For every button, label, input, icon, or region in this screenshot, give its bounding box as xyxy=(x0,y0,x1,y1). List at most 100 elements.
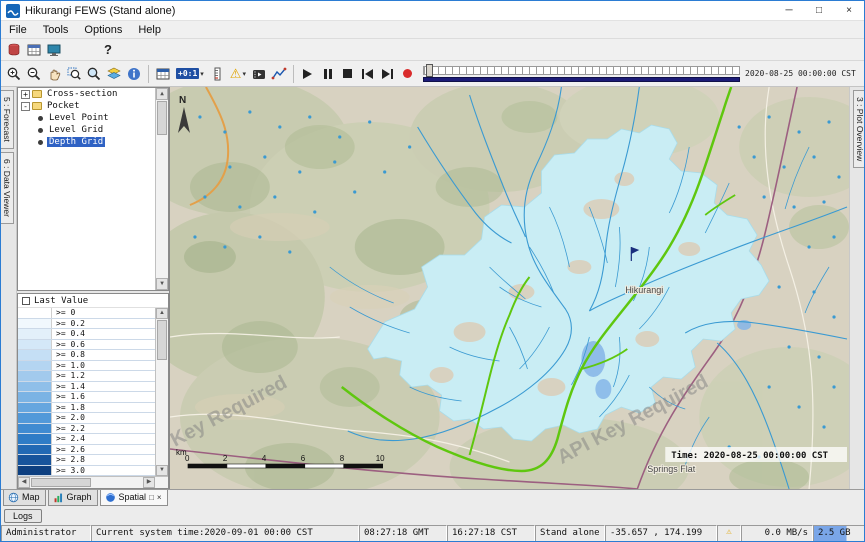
legend-row: >= 2.4 xyxy=(18,434,155,445)
legend-vscrollbar[interactable]: ▲ ▼ xyxy=(155,308,168,476)
stop-button[interactable] xyxy=(338,64,358,84)
legend-row: >= 0.8 xyxy=(18,350,155,361)
layers-icon[interactable] xyxy=(104,64,124,84)
tree-leaf-label-selected[interactable]: Depth Grid xyxy=(47,137,105,147)
legend-swatch xyxy=(18,361,52,371)
logs-row: Logs xyxy=(1,507,864,525)
scroll-left-icon[interactable]: ◀ xyxy=(18,477,30,488)
tab-map[interactable]: Map xyxy=(3,490,46,506)
pause-button[interactable] xyxy=(318,64,338,84)
tree-node-label[interactable]: Cross-section xyxy=(45,89,119,99)
toolbar-separator xyxy=(148,65,149,83)
menubar: File Tools Options Help xyxy=(1,21,864,39)
profile-icon[interactable] xyxy=(269,64,289,84)
pan-icon[interactable] xyxy=(44,64,64,84)
scroll-thumb[interactable] xyxy=(157,101,167,135)
last-value-checkbox[interactable] xyxy=(22,297,30,305)
skip-start-button[interactable] xyxy=(358,64,378,84)
time-slider-track[interactable] xyxy=(423,66,740,75)
tab-graph[interactable]: Graph xyxy=(48,490,98,506)
monitor-icon[interactable] xyxy=(44,40,64,60)
legend-row: >= 1.6 xyxy=(18,392,155,403)
menu-options[interactable]: Options xyxy=(76,24,130,36)
svg-text:0: 0 xyxy=(185,454,190,463)
tab-forecast[interactable]: 5 : Forecast xyxy=(1,90,14,149)
legend-swatch xyxy=(18,382,52,392)
time-slider-thumb[interactable] xyxy=(426,64,433,77)
skip-start-icon xyxy=(362,69,373,79)
legend-swatch xyxy=(18,392,52,402)
legend-row: >= 0 xyxy=(18,308,155,319)
tree-node-label[interactable]: Pocket xyxy=(45,101,82,111)
tab-data-viewer[interactable]: 6 : Data Viewer xyxy=(1,152,14,224)
legend-row: >= 0.6 xyxy=(18,340,155,351)
titlebar: Hikurangi FEWS (Stand alone) ─ □ × xyxy=(1,1,864,21)
zoom-out-icon[interactable] xyxy=(24,64,44,84)
zoom-extent-icon[interactable] xyxy=(84,64,104,84)
map-canvas[interactable]: API Key Required API Key Required Hikura… xyxy=(169,87,849,489)
map-svg: API Key Required API Key Required Hikura… xyxy=(170,87,849,489)
folder-icon xyxy=(32,90,42,98)
legend-hscrollbar[interactable]: ◀ ▶ xyxy=(18,476,168,488)
close-tab-button[interactable]: × xyxy=(157,493,162,502)
zoom-in-icon[interactable] xyxy=(4,64,24,84)
database-icon[interactable] xyxy=(4,40,24,60)
menu-help[interactable]: Help xyxy=(130,24,169,36)
movie-icon[interactable] xyxy=(249,64,269,84)
scroll-thumb[interactable] xyxy=(31,478,91,487)
label-springs-flat: Springs Flat xyxy=(647,464,695,474)
legend-swatch xyxy=(18,308,52,318)
ruler-icon[interactable] xyxy=(207,64,227,84)
undock-tab-button[interactable]: □ xyxy=(149,493,154,502)
current-time-label: 2020-08-25 00:00:00 CST xyxy=(745,69,861,78)
svg-text:4: 4 xyxy=(262,454,267,463)
main-toolbar: ? xyxy=(1,39,864,61)
info-icon[interactable] xyxy=(124,64,144,84)
time-slider[interactable] xyxy=(423,63,740,85)
close-button[interactable]: × xyxy=(834,1,864,20)
skip-end-button[interactable] xyxy=(378,64,398,84)
tree-scrollbar[interactable]: ▲ ▼ xyxy=(155,88,168,290)
expander-icon[interactable]: - xyxy=(21,102,30,111)
zoom-box-icon[interactable] xyxy=(64,64,84,84)
legend-row: >= 1.8 xyxy=(18,403,155,414)
tree-leaf-level-point[interactable]: Level Point xyxy=(18,112,168,124)
grid-icon[interactable] xyxy=(153,64,173,84)
chevron-down-icon: ▾ xyxy=(242,70,246,78)
scale-select[interactable]: +0:1 ▾ xyxy=(173,64,207,84)
play-button[interactable] xyxy=(298,64,318,84)
menu-tools[interactable]: Tools xyxy=(35,24,77,36)
legend-row: >= 2.2 xyxy=(18,424,155,435)
scroll-down-icon[interactable]: ▼ xyxy=(156,465,168,476)
table-icon[interactable] xyxy=(24,40,44,60)
scroll-right-icon[interactable]: ▶ xyxy=(143,477,155,488)
tree-node-cross-section[interactable]: + Cross-section xyxy=(18,88,168,100)
record-icon xyxy=(403,69,412,78)
tree-leaf-depth-grid[interactable]: Depth Grid xyxy=(18,136,168,148)
scroll-up-icon[interactable]: ▲ xyxy=(156,88,168,100)
warning-select[interactable]: ⚠ ▾ xyxy=(227,64,249,84)
scroll-thumb[interactable] xyxy=(157,320,167,360)
tab-graph-label: Graph xyxy=(67,492,92,502)
maximize-button[interactable]: □ xyxy=(804,1,834,20)
record-button[interactable] xyxy=(398,64,418,84)
status-user: Administrator xyxy=(1,525,91,542)
scroll-down-icon[interactable]: ▼ xyxy=(156,278,168,290)
status-gmt-time: 08:27:18 GMT xyxy=(359,525,447,542)
status-local-time: 16:27:18 CST xyxy=(447,525,535,542)
scroll-up-icon[interactable]: ▲ xyxy=(156,308,168,319)
tab-spatial[interactable]: Spatial □ × xyxy=(100,490,168,506)
svg-text:6: 6 xyxy=(301,454,306,463)
minimize-button[interactable]: ─ xyxy=(774,1,804,20)
expander-icon[interactable]: + xyxy=(21,90,30,99)
tree-leaf-label[interactable]: Level Grid xyxy=(47,125,105,135)
tree-node-pocket[interactable]: - Pocket xyxy=(18,100,168,112)
logs-button[interactable]: Logs xyxy=(4,509,42,523)
tab-plot-overview[interactable]: 3 : Plot Overview xyxy=(853,90,865,168)
menu-file[interactable]: File xyxy=(1,24,35,36)
legend-row: >= 0.4 xyxy=(18,329,155,340)
tree-leaf-label[interactable]: Level Point xyxy=(47,113,111,123)
tree-leaf-level-grid[interactable]: Level Grid xyxy=(18,124,168,136)
legend-row: >= 2.8 xyxy=(18,455,155,466)
help-button[interactable]: ? xyxy=(98,42,118,57)
